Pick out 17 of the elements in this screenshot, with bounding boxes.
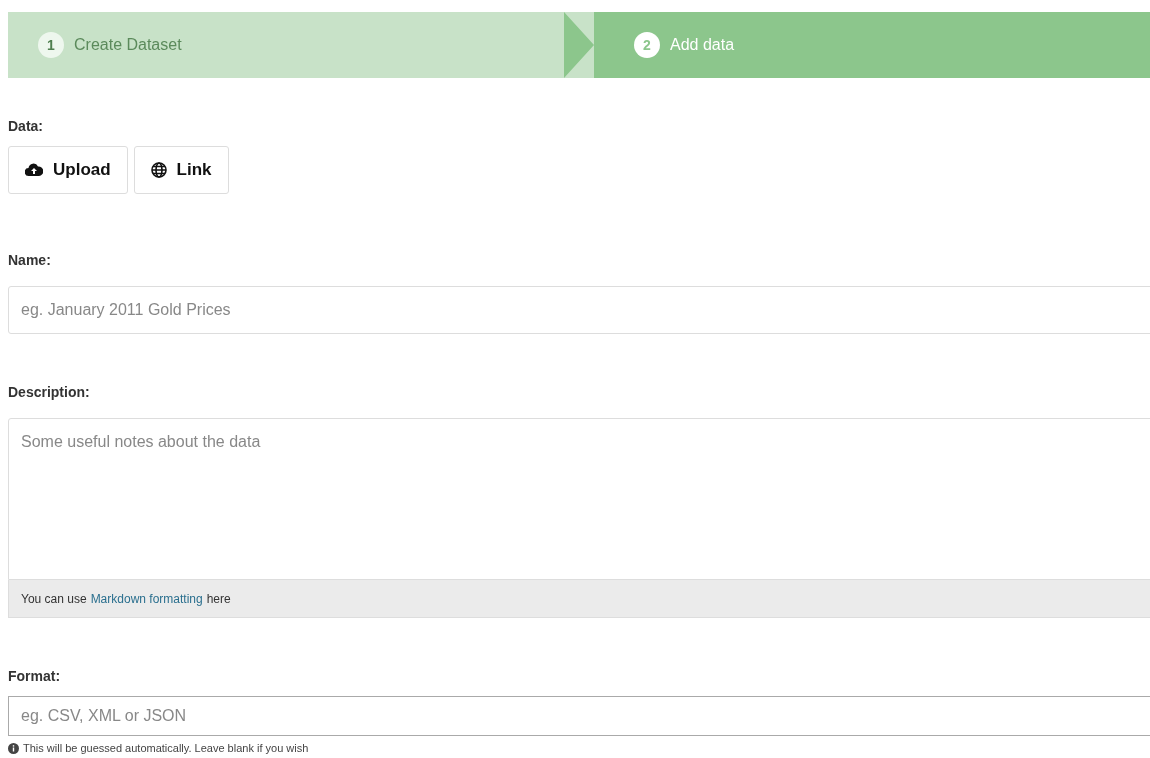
description-textarea[interactable]: Some useful notes about the data bbox=[8, 418, 1150, 580]
field-label: Data: bbox=[8, 118, 44, 134]
step-arrow bbox=[564, 12, 594, 78]
help-text: This will be guessed automatically. Leave blank if you wish bbox=[23, 742, 309, 754]
upload-button[interactable]: Upload bbox=[8, 146, 128, 194]
globe-icon bbox=[150, 162, 167, 178]
hint-text: You can use bbox=[21, 591, 87, 606]
cloud-upload-icon bbox=[25, 163, 43, 177]
field-label: Format: bbox=[8, 668, 62, 684]
name-input[interactable]: eg. January 2011 Gold Prices bbox=[8, 286, 1150, 334]
info-icon bbox=[8, 742, 19, 754]
field-label: Description: bbox=[8, 384, 91, 400]
format-input[interactable]: eg. CSV, XML or JSON bbox=[8, 696, 1150, 736]
field-label: Name: bbox=[8, 252, 52, 268]
markdown-link[interactable]: Markdown formatting bbox=[90, 591, 203, 606]
link-button[interactable]: Link bbox=[133, 146, 229, 194]
hint-text: here bbox=[206, 591, 231, 606]
